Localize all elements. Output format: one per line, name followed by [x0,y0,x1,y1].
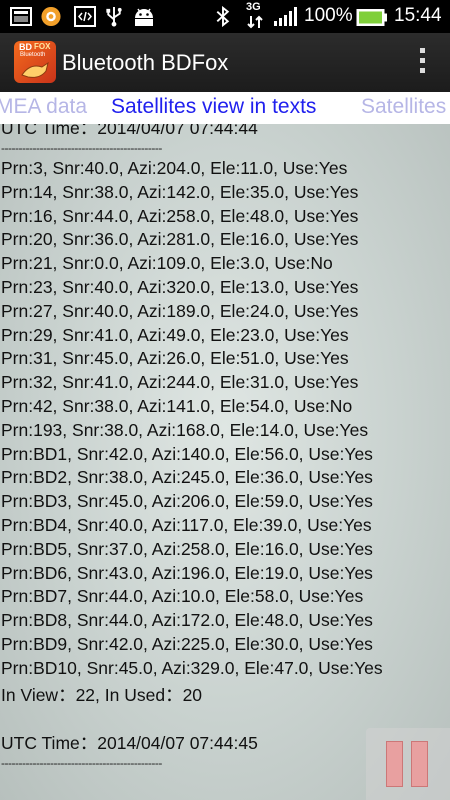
bluetooth-icon [216,6,230,27]
network-type-label: 3G [246,1,261,13]
satellite-line: Prn:BD5, Snr:37.0, Azi:258.0, Ele:16.0, … [1,538,373,559]
clock: 15:44 [394,5,442,26]
pause-icon [386,741,403,787]
satellite-line: Prn:16, Snr:44.0, Azi:258.0, Ele:48.0, U… [1,205,359,226]
satellite-line: Prn:193, Snr:38.0, Azi:168.0, Ele:14.0, … [1,419,369,440]
utc-time-header: UTC Time：2014/04/07 07:44:45 [1,733,258,753]
tab-strip: MEA data Satellites view in texts Satell… [0,92,450,124]
satellite-line: Prn:BD2, Snr:38.0, Azi:245.0, Ele:36.0, … [1,467,373,488]
satellite-line: Prn:42, Snr:38.0, Azi:141.0, Ele:54.0, U… [1,396,353,416]
satellite-line: Prn:21, Snr:0.0, Azi:109.0, Ele:3.0, Use… [1,253,333,274]
logo-text-bluetooth: Bluetooth [20,52,46,58]
separator: ----------------------------------------… [1,756,162,770]
app-logo: BD FOX Bluetooth [14,41,56,83]
code-icon [74,6,96,27]
tab-satellites[interactable]: Satellites [361,95,446,119]
satellite-line: Prn:BD4, Snr:40.0, Azi:117.0, Ele:39.0, … [1,515,372,535]
satellite-line: Prn:BD6, Snr:43.0, Azi:196.0, Ele:19.0, … [1,562,373,583]
satellite-line: Prn:27, Snr:40.0, Azi:189.0, Ele:24.0, U… [1,300,359,321]
satellite-line: Prn:32, Snr:41.0, Azi:244.0, Ele:31.0, U… [1,372,359,393]
satellite-line: Prn:BD8, Snr:44.0, Azi:172.0, Ele:48.0, … [1,610,373,631]
network-3g-icon: 3G [244,1,268,31]
utc-time-header: UTC Time：2014/04/07 07:44:44 [1,124,258,138]
signal-icon [274,7,297,26]
satellite-line: Prn:BD3, Snr:45.0, Azi:206.0, Ele:59.0, … [1,491,373,512]
status-bar: 3G 100% 15:44 [0,0,450,33]
satellite-line: Prn:14, Snr:38.0, Azi:142.0, Ele:35.0, U… [1,181,359,202]
screen: 3G 100% 15:44 BD FOX Bluetooth Bluetooth… [0,0,450,800]
app-title: Bluetooth BDFox [62,50,229,75]
satellite-line: Prn:3, Snr:40.0, Azi:204.0, Ele:11.0, Us… [1,158,348,178]
pause-button[interactable] [366,728,450,800]
usb-icon [106,6,122,27]
fox-icon [21,61,49,78]
satellite-line: Prn:BD7, Snr:44.0, Azi:10.0, Ele:58.0, U… [1,586,364,607]
satellite-line: Prn:20, Snr:36.0, Azi:281.0, Ele:16.0, U… [1,229,359,250]
action-bar: BD FOX Bluetooth Bluetooth BDFox [0,33,450,93]
overflow-menu-icon[interactable] [416,48,428,78]
satellite-line: Prn:BD10, Snr:45.0, Azi:329.0, Ele:47.0,… [1,657,383,678]
satellite-line: Prn:23, Snr:40.0, Azi:320.0, Ele:13.0, U… [1,277,359,297]
summary-line: In View：22, In Used：20 [1,685,203,705]
separator: ----------------------------------------… [1,141,162,155]
image-icon [10,7,32,26]
satellite-log[interactable]: UTC Time：2014/04/07 07:44:44 -----------… [0,124,450,800]
logo-text-fox: FOX [34,42,51,51]
battery-icon [356,9,387,26]
android-icon [135,8,153,26]
satellite-line: Prn:29, Snr:41.0, Azi:49.0, Ele:23.0, Us… [1,324,349,345]
battery-percentage: 100% [304,5,353,26]
satellite-line: Prn:BD9, Snr:42.0, Azi:225.0, Ele:30.0, … [1,634,373,654]
orange-circle-icon [41,6,61,27]
logo-text-bd: BD [19,42,32,52]
tab-satellites-view-in-texts[interactable]: Satellites view in texts [111,95,316,119]
satellite-line: Prn:31, Snr:45.0, Azi:26.0, Ele:51.0, Us… [1,348,349,369]
tab-nmea-data[interactable]: MEA data [0,95,87,119]
satellite-line: Prn:BD1, Snr:42.0, Azi:140.0, Ele:56.0, … [1,443,373,464]
